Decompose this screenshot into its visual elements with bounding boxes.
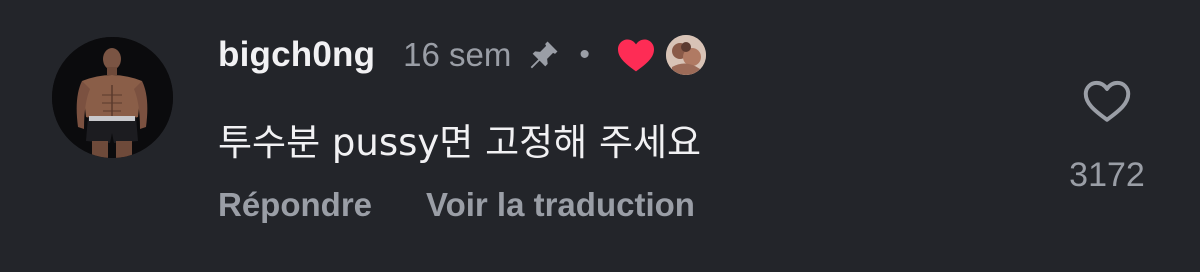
comment-header: bigch0ng 16 sem • bbox=[218, 28, 706, 82]
comment-body: 투수분 pussy면 고정해 주세요 bbox=[218, 121, 702, 164]
heart-filled-icon bbox=[616, 37, 656, 73]
username[interactable]: bigch0ng bbox=[218, 35, 375, 75]
creator-avatar bbox=[665, 35, 706, 75]
user-avatar[interactable] bbox=[52, 37, 173, 158]
comment-actions: Répondre Voir la traduction bbox=[218, 186, 695, 224]
comment-timestamp: 16 sem bbox=[403, 36, 512, 73]
pin-icon bbox=[527, 38, 561, 72]
reply-button[interactable]: Répondre bbox=[218, 186, 372, 224]
comment-item: bigch0ng 16 sem • 투수분 pussy면 고정해 주세요 Rép… bbox=[0, 0, 1200, 272]
like-count: 3172 bbox=[1069, 156, 1145, 194]
like-group: 3172 bbox=[1060, 78, 1154, 195]
see-translation-button[interactable]: Voir la traduction bbox=[426, 186, 695, 224]
heart-outline-icon[interactable] bbox=[1082, 78, 1132, 124]
separator-dot: • bbox=[579, 38, 590, 71]
